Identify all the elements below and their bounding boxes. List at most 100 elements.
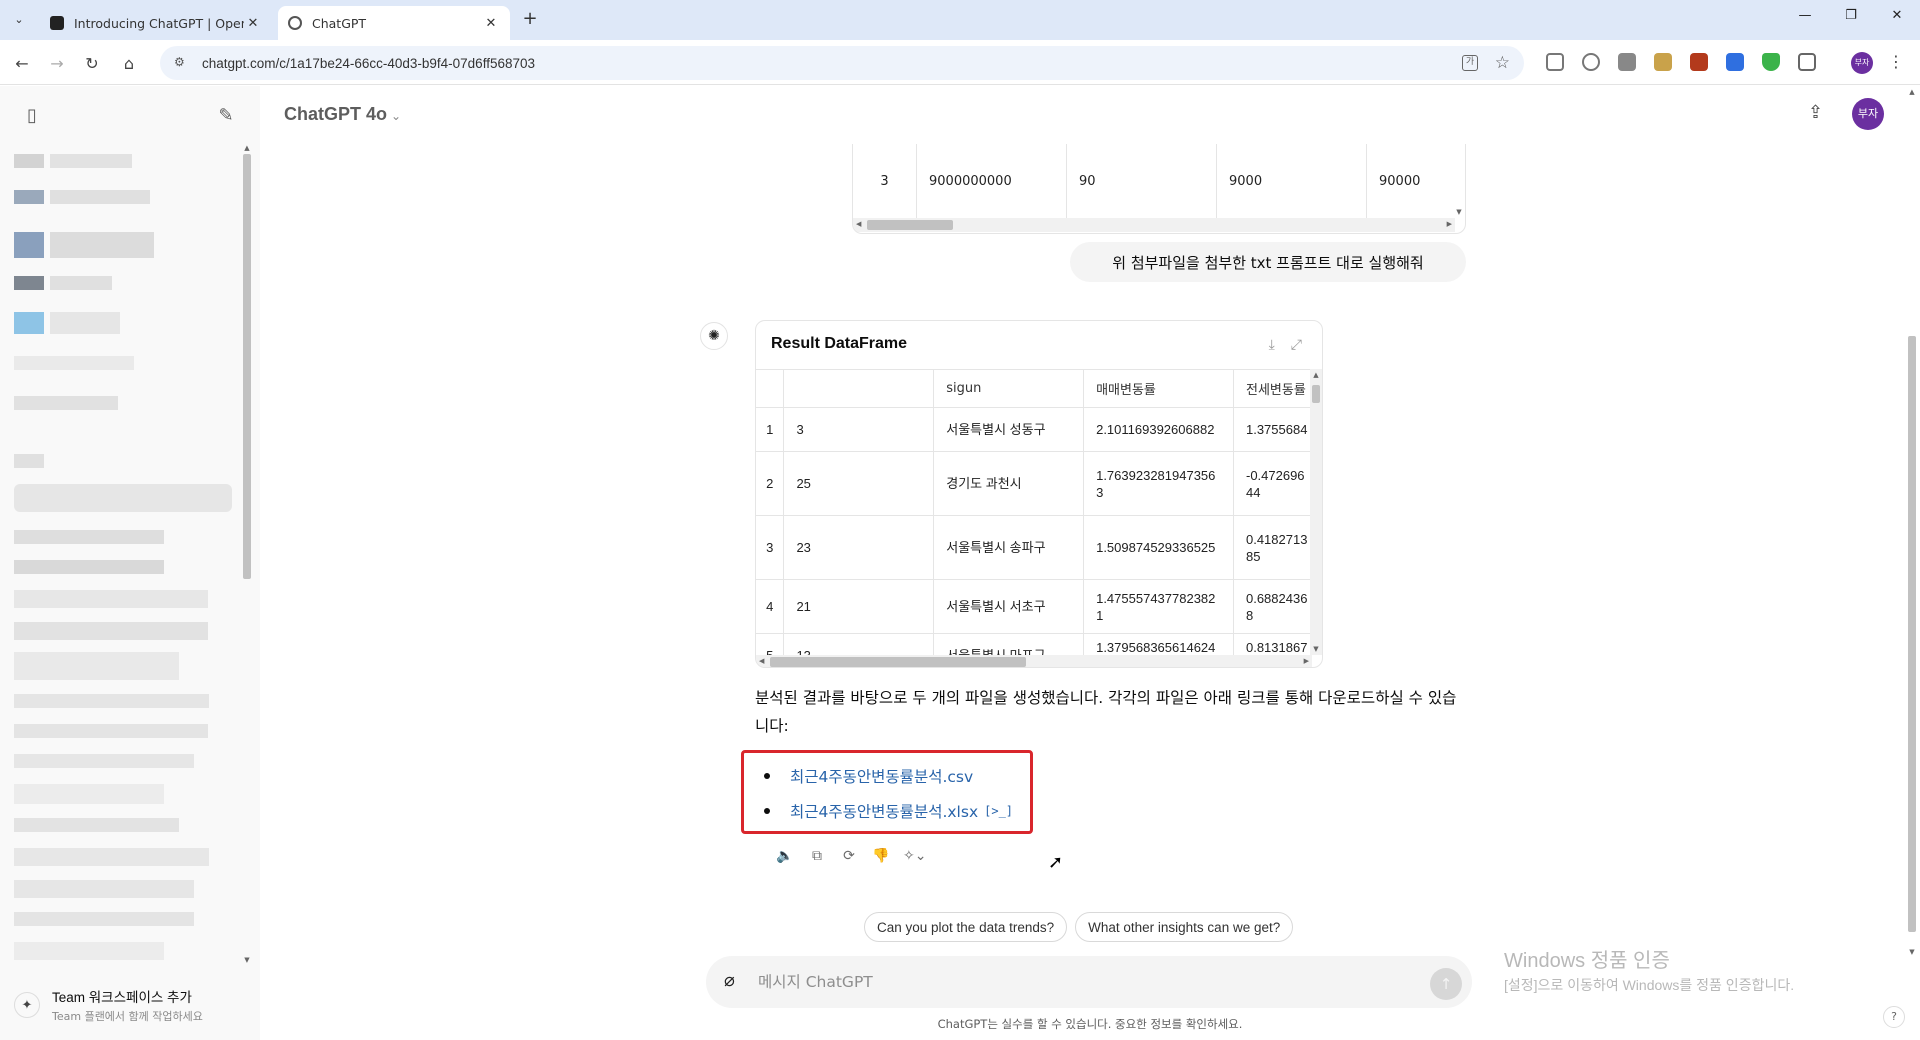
shield-extension-icon[interactable] <box>1762 53 1780 71</box>
model-switch-sparkle-icon[interactable]: ✧⌄ <box>903 846 926 866</box>
forward-arrow-icon[interactable]: → <box>45 51 69 75</box>
cell-text: 3 <box>796 422 804 437</box>
share-icon[interactable]: ⇪ <box>1808 102 1823 123</box>
csv-download-link[interactable]: 최근4주동안변동률분석.csv <box>790 765 973 787</box>
cell-text: 1.509874529336525 <box>1096 540 1216 555</box>
scroll-down-arrow-icon[interactable]: ▼ <box>1453 208 1465 216</box>
cell-text: 1.763923281947356 3 <box>1096 467 1216 500</box>
user-avatar[interactable]: 부자 <box>1852 98 1884 130</box>
read-aloud-speaker-icon[interactable]: 🔈 <box>775 846 795 866</box>
scroll-down-arrow-icon[interactable]: ▼ <box>1310 645 1322 653</box>
scroll-up-arrow-icon[interactable]: ▲ <box>1906 88 1918 96</box>
browser-tabstrip: ⌄ Introducing ChatGPT | OpenAI ✕ ChatGPT… <box>0 0 1920 40</box>
cell-text: 4 <box>766 599 774 614</box>
scroll-left-arrow-icon[interactable]: ◀ <box>759 657 764 665</box>
extensions-puzzle-icon[interactable] <box>1798 53 1816 71</box>
browser-tab-chatgpt[interactable]: ChatGPT ✕ <box>278 6 510 40</box>
column-header[interactable] <box>783 369 935 408</box>
expand-icon[interactable]: ⤢ <box>1291 337 1302 353</box>
list-item: 최근4주동안변동률분석.xlsx [>_] <box>764 800 1013 822</box>
main-scroll-thumb[interactable] <box>1908 336 1916 932</box>
copy-icon[interactable]: ⧉ <box>807 846 827 866</box>
red-extension-icon[interactable] <box>1690 53 1708 71</box>
regenerate-icon[interactable]: ⟳ <box>839 846 859 866</box>
scroll-left-arrow-icon[interactable]: ◀ <box>856 220 861 228</box>
help-question-icon[interactable]: ? <box>1883 1006 1905 1028</box>
thumbs-down-icon[interactable]: 👎 <box>871 846 891 866</box>
translate-icon[interactable]: 가 <box>1462 55 1478 71</box>
sidebar-scrollbar[interactable]: ▲ ▼ <box>242 144 252 964</box>
screenshot-extension-icon[interactable] <box>1546 53 1564 71</box>
row-index: 3 <box>853 144 917 218</box>
browser-profile-avatar[interactable]: 부자 <box>1851 52 1873 74</box>
cell-text: 0.4182713 85 <box>1245 531 1308 564</box>
dataframe-horizontal-scrollbar[interactable]: ◀ ▶ <box>756 655 1312 667</box>
bookmark-star-icon[interactable]: ☆ <box>1495 53 1510 73</box>
tab-search-chevron-icon[interactable]: ⌄ <box>8 8 30 30</box>
suggestion-chip-plot-trends[interactable]: Can you plot the data trends? <box>864 912 1068 942</box>
address-url[interactable]: chatgpt.com/c/1a17be24-66cc-40d3-b9f4-07… <box>202 56 535 71</box>
view-code-icon[interactable]: [>_] <box>984 804 1013 818</box>
xlsx-download-link[interactable]: 최근4주동안변동률분석.xlsx <box>790 800 978 822</box>
address-bar[interactable]: ⚙ chatgpt.com/c/1a17be24-66cc-40d3-b9f4-… <box>160 46 1524 80</box>
cell-text: 3 <box>766 540 774 555</box>
send-arrow-icon[interactable]: ↑ <box>1430 968 1462 1000</box>
scroll-up-arrow-icon[interactable]: ▲ <box>242 144 252 152</box>
message-actions: 🔈 ⧉ ⟳ 👎 ✧⌄ <box>775 846 926 866</box>
table-horizontal-scrollbar[interactable]: ◀ ▶ <box>853 218 1455 232</box>
model-selector[interactable]: ChatGPT 4o ⌄ <box>284 104 401 125</box>
cell-text: 5 <box>756 647 783 655</box>
add-team-workspace-button[interactable]: ✦ Team 워크스페이스 추가 Team 플랜에서 함께 작업하세요 <box>14 982 244 1028</box>
cell-text: 1.475557437782382 1 <box>1096 590 1216 623</box>
table-cell: 90 <box>1067 144 1217 218</box>
cell-text: 23 <box>796 540 811 555</box>
column-header[interactable]: 매매변동률 <box>1083 369 1234 408</box>
table-hscroll-thumb[interactable] <box>867 220 953 230</box>
browser-tab-openai[interactable]: Introducing ChatGPT | OpenAI ✕ <box>40 6 272 40</box>
cell-text: 25 <box>796 476 811 491</box>
translate-extension-icon[interactable] <box>1726 53 1744 71</box>
message-input[interactable] <box>758 968 1358 996</box>
dataframe-vertical-scrollbar[interactable]: ▲ ▼ <box>1310 369 1322 655</box>
home-icon[interactable]: ⌂ <box>117 51 141 75</box>
model-name: ChatGPT 4o <box>284 104 388 124</box>
browser-menu-icon[interactable]: ⋮ <box>1888 52 1904 71</box>
download-icon[interactable]: ⤓ <box>1269 337 1275 353</box>
tab-close-icon[interactable]: ✕ <box>482 14 500 32</box>
dataframe-hscroll-thumb[interactable] <box>770 657 1026 667</box>
user-message: 위 첨부파일을 첨부한 txt 프롬프트 대로 실행해줘 <box>1070 242 1466 282</box>
column-header[interactable]: sigun <box>933 369 1085 408</box>
chevron-down-icon: ⌄ <box>391 109 402 123</box>
dataframe-vscroll-thumb[interactable] <box>1312 385 1320 403</box>
main-scrollbar[interactable]: ▲ ▼ <box>1906 88 1918 956</box>
toggle-sidebar-icon[interactable]: ▯ <box>20 104 44 128</box>
tab-close-icon[interactable]: ✕ <box>244 14 262 32</box>
scroll-down-arrow-icon[interactable]: ▼ <box>242 956 252 964</box>
reload-icon[interactable]: ↻ <box>80 51 104 75</box>
table-cell: 25 <box>783 451 935 516</box>
sidebar-scroll-thumb[interactable] <box>243 154 251 579</box>
scroll-right-arrow-icon[interactable]: ▶ <box>1447 220 1452 228</box>
site-settings-icon[interactable]: ⚙ <box>174 55 190 71</box>
scroll-up-arrow-icon[interactable]: ▲ <box>1310 371 1322 379</box>
scroll-right-arrow-icon[interactable]: ▶ <box>1304 657 1309 665</box>
suggestion-chip-other-insights[interactable]: What other insights can we get? <box>1075 912 1294 942</box>
new-tab-plus-icon[interactable]: + <box>520 10 540 30</box>
devtools-extension-icon[interactable] <box>1582 53 1600 71</box>
media-extension-icon[interactable] <box>1654 53 1672 71</box>
minimize-window-icon[interactable]: — <box>1790 8 1820 30</box>
restore-window-icon[interactable]: ❐ <box>1836 8 1866 30</box>
dataframe-table: sigun 매매변동률 전세변동률 1 3 서울특별시 성동구 2.101169392… <box>756 369 1322 655</box>
scroll-down-arrow-icon[interactable]: ▼ <box>1906 948 1918 956</box>
column-header[interactable] <box>756 369 785 408</box>
table-cell: 9000 <box>1217 144 1367 218</box>
close-window-icon[interactable]: ✕ <box>1882 8 1912 30</box>
new-chat-pencil-icon[interactable]: ✎ <box>214 104 238 128</box>
table-cell: 1.509874529336525 <box>1083 515 1234 580</box>
table-row: 5 13 서울특별시 마포구 1.379568365614624 6 0.8131867… <box>756 633 1322 655</box>
paperclip-attach-icon[interactable]: ⌀ <box>724 970 735 991</box>
table-vertical-scrollbar[interactable]: ▼ <box>1453 144 1465 218</box>
qr-extension-icon[interactable] <box>1618 53 1636 71</box>
back-arrow-icon[interactable]: ← <box>10 51 34 75</box>
assistant-message-text: 분석된 결과를 바탕으로 두 개의 파일을 생성했습니다. 각각의 파일은 아래… <box>755 689 1457 735</box>
